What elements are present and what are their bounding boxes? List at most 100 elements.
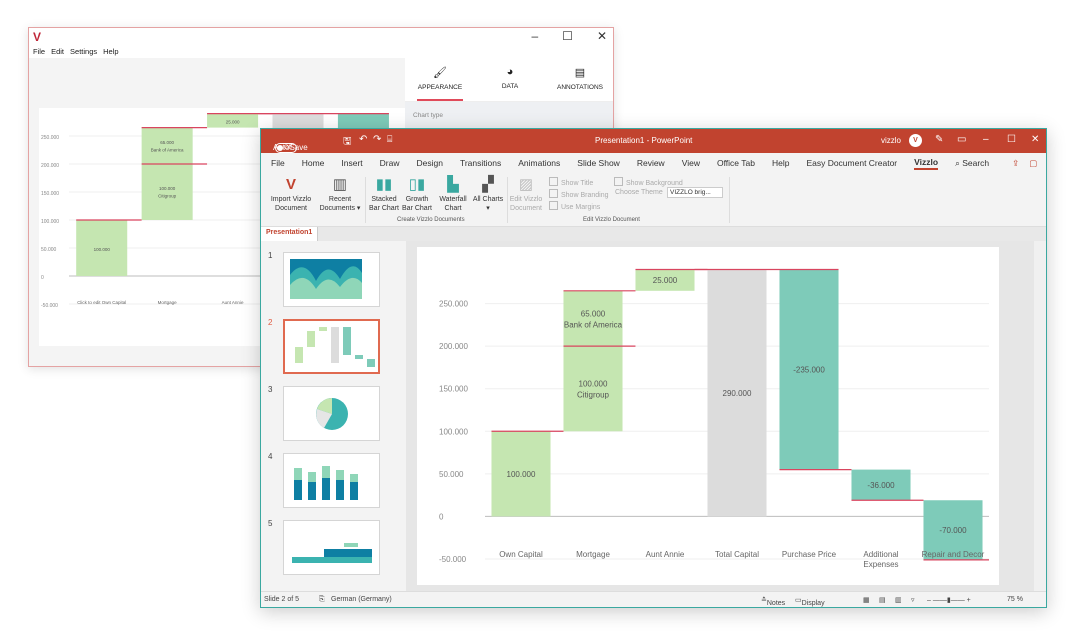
slide-sorter-icon[interactable]: ▤ [879, 596, 886, 604]
waterfall-chart-button[interactable]: ▙ Waterfall Chart [435, 175, 471, 213]
edit-vizzlo-document-button[interactable]: ▨ Edit Vizzlo Document [508, 175, 544, 213]
tab-data[interactable]: ◕ DATA [475, 58, 545, 101]
comment-icon: ▤ [574, 67, 586, 79]
current-slide[interactable]: -50.000 0 50.000 100.000 150.000 200.000 250.0… [417, 247, 999, 585]
x-category-label: Total Capital [715, 550, 759, 559]
tab-annotations[interactable]: ▤ ANNOTATIONS [545, 58, 613, 101]
close-button[interactable]: ✕ [1031, 134, 1039, 145]
menu-settings[interactable]: Settings [70, 46, 97, 58]
customize-icon[interactable]: ⌸ [387, 134, 392, 145]
normal-view-icon[interactable]: ▦ [863, 596, 870, 604]
display-settings-button[interactable]: ▭ Display Settings [795, 596, 825, 607]
slide-thumbnail-4[interactable] [283, 453, 380, 508]
y-tick-label: 50.000 [41, 247, 57, 253]
recent-documents-button[interactable]: ▥ Recent Documents ▾ [317, 175, 363, 213]
redo-icon[interactable]: ↷ [373, 134, 381, 145]
status-bar: Slide 2 of 5 ⎘ German (Germany) ≛ Notes … [261, 591, 1046, 607]
y-tick-label: 0 [41, 275, 44, 281]
minimize-button[interactable]: – [983, 134, 989, 145]
maximize-button[interactable]: ☐ [562, 29, 573, 43]
y-tick-label: 250.000 [41, 135, 59, 141]
tab-animations[interactable]: Animations [518, 158, 560, 168]
use-margins-checkbox[interactable]: Use Margins [549, 201, 600, 211]
bar-value-label: 65.000 [160, 140, 174, 145]
waterfall-bar [141, 127, 193, 164]
vizzlo-titlebar: V – ☐ ✕ [29, 28, 613, 46]
menu-help[interactable]: Help [103, 46, 118, 58]
tab-view[interactable]: View [682, 158, 700, 168]
slide-number: 5 [268, 519, 273, 528]
comments-icon[interactable]: ▢ [1029, 158, 1037, 169]
tab-help[interactable]: Help [772, 158, 789, 168]
undo-icon[interactable]: ↶ [359, 134, 367, 145]
bar-value-label: 100.000 [159, 186, 176, 191]
save-icon[interactable]: 🖫 [343, 134, 352, 151]
x-category-label: Click to edit Own Capital [77, 300, 126, 305]
y-tick-label: -50.000 [41, 303, 58, 309]
group-edit-label: Edit Vizzlo Document [583, 217, 640, 223]
import-vizzlo-button[interactable]: V Import Vizzlo Document [263, 175, 319, 213]
minimize-button[interactable]: – [531, 29, 538, 43]
ribbon-display-icon[interactable]: ▭ [957, 134, 966, 145]
menu-file[interactable]: File [33, 46, 45, 58]
bar-value-label: 100.000 [507, 470, 536, 479]
tab-review[interactable]: Review [637, 158, 665, 168]
reading-view-icon[interactable]: ▥ [895, 596, 902, 604]
vertical-scrollbar[interactable] [1034, 241, 1046, 593]
tab-insert[interactable]: Insert [341, 158, 362, 168]
x-category-label: Mortgage [576, 550, 610, 559]
all-charts-button[interactable]: ▞ All Charts ▾ [469, 175, 507, 213]
tab-file[interactable]: File [271, 158, 285, 168]
document-tab-bar: Presentation1 [261, 227, 1046, 241]
window-title: Presentation1 - PowerPoint [595, 136, 693, 145]
tab-easy-document-creator[interactable]: Easy Document Creator [806, 158, 897, 168]
slideshow-icon[interactable]: ▿ [911, 596, 915, 604]
vizzlo-logo-icon: V [285, 176, 296, 193]
pie-chart-thumb [316, 398, 348, 430]
slide-thumbnail-3[interactable] [283, 386, 380, 441]
show-background-checkbox[interactable]: Show Background [614, 177, 683, 187]
vizzlo-menubar: File Edit Settings Help [29, 46, 613, 58]
growth-bar-chart-button[interactable]: ▯▮ Growth Bar Chart [400, 175, 434, 213]
menu-edit[interactable]: Edit [51, 46, 64, 58]
bar-value-label: 100.000 [579, 380, 608, 389]
close-button[interactable]: ✕ [597, 29, 607, 43]
tab-design[interactable]: Design [417, 158, 443, 168]
bar-value-label: 100.000 [94, 247, 111, 252]
stacked-bar-chart-button[interactable]: ▮▮ Stacked Bar Chart [369, 175, 399, 213]
autosave-toggle[interactable]: Off [275, 143, 297, 153]
slide-indicator: Slide 2 of 5 [264, 596, 300, 603]
powerpoint-window: AutoSave Off 🖫 ↶ ↷ ⌸ Presentation1 - Pow… [260, 128, 1047, 608]
tab-draw[interactable]: Draw [380, 158, 400, 168]
maximize-button[interactable]: ☐ [1007, 134, 1016, 145]
x-category-label: Aunt Annie [646, 550, 685, 559]
zoom-level[interactable]: 75 % [1007, 596, 1023, 603]
x-category-label: Mortgage [158, 300, 178, 305]
zoom-slider[interactable]: – ——▮—— + [927, 596, 971, 604]
document-tab[interactable]: Presentation1 [261, 227, 319, 241]
theme-select[interactable]: VIZZLO brig... [667, 187, 723, 198]
tab-home[interactable]: Home [302, 158, 325, 168]
tab-vizzlo[interactable]: Vizzlo [914, 157, 939, 170]
slide-thumbnail-5[interactable] [283, 520, 380, 575]
slide-number: 4 [268, 452, 273, 461]
search-box[interactable]: ⌕ Search [955, 158, 989, 169]
bar-value-label: 65.000 [581, 309, 606, 318]
slide-thumbnail-1[interactable] [283, 252, 380, 307]
tab-transitions[interactable]: Transitions [460, 158, 501, 168]
slide-thumbnail-2[interactable] [283, 319, 380, 374]
show-branding-checkbox[interactable]: Show Branding [549, 189, 608, 199]
show-title-checkbox[interactable]: Show Title [549, 177, 593, 187]
y-tick-label: 0 [439, 512, 444, 521]
user-avatar[interactable]: V [909, 134, 922, 147]
pen-icon[interactable]: ✎ [935, 134, 943, 145]
tab-office-tab[interactable]: Office Tab [717, 158, 755, 168]
tab-slide-show[interactable]: Slide Show [577, 158, 620, 168]
waterfall-thumb [295, 327, 375, 367]
language-indicator[interactable]: German (Germany) [331, 596, 392, 603]
bar-value-label: 25.000 [653, 276, 678, 285]
share-icon[interactable]: ⇪ [1012, 158, 1019, 169]
tab-appearance[interactable]: 🖌 APPEARANCE [405, 58, 475, 101]
y-tick-label: 150.000 [439, 385, 468, 394]
notes-button[interactable]: ≛ Notes [761, 596, 785, 607]
